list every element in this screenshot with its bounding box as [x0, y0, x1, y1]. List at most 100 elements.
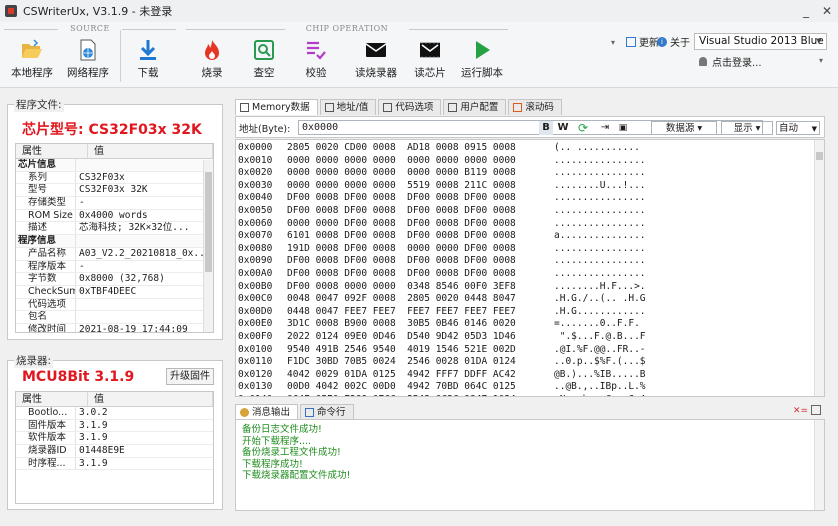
burner-property-key: Bootlo... — [16, 407, 76, 419]
hex-values: DF00 0008 0000 0000 0348 8546 00F0 3EF8 — [287, 280, 516, 292]
tab-0[interactable]: Memory数据 — [235, 99, 318, 115]
close-button[interactable]: ✕ — [818, 3, 836, 19]
message-log: 备份日志文件成功! 开始下载程序.... 备份烧录工程文件成功! 下载程序成功! 下载烧… — [235, 419, 825, 511]
hex-values: 3D1C 0008 B900 0008 30B5 0B46 0146 0020 — [287, 318, 516, 330]
memory-hex-view[interactable]: 0x0000 2805 0020 CD00 0008 AD18 0008 0915… — [235, 139, 825, 397]
tab-1[interactable]: 地址/值 — [319, 99, 377, 115]
tab-4[interactable]: 滚动码 — [508, 99, 562, 115]
address-toolbar: 地址(Byte): 0x0000 B W ⟳ ⇥ ▣ 数据源 ▾ 显示 ▾ 自动… — [235, 116, 825, 138]
run-script-button[interactable]: 运行脚本 — [458, 36, 506, 84]
property-key: 代码选项 — [16, 298, 76, 311]
hex-scrollbar[interactable] — [814, 140, 824, 396]
property-row[interactable]: 代码选项 — [16, 298, 213, 312]
upgrade-firmware-button[interactable]: 升级固件 — [166, 368, 214, 385]
burner-property-row[interactable]: 固件版本 3.1.9 — [16, 419, 213, 433]
hex-values: DF00 0008 DF00 0008 DF00 0008 DF00 0008 — [287, 205, 516, 216]
word-view-button[interactable]: W — [556, 121, 570, 135]
burner-properties-grid: 属性 值 Bootlo... 3.0.2 固件版本 3.1.9 软件版本 3.1.9 烧录器… — [15, 391, 214, 504]
burn-label: 烧录 — [201, 67, 223, 79]
verify-label: 校验 — [305, 67, 327, 79]
display-label: 显示 — [733, 123, 753, 134]
verify-button[interactable]: 校验 — [294, 36, 338, 84]
property-row[interactable]: 修改时间 2021-08-19 17:44:09 — [16, 323, 213, 332]
hex-ascii: ................ — [554, 242, 646, 254]
property-key: CheckSum — [16, 285, 76, 298]
burner-property-row[interactable]: 烧录器ID 01448E9E — [16, 445, 213, 458]
tab-3[interactable]: 用户配置 — [443, 99, 507, 115]
property-row[interactable]: 产品名称 A03_V2.2_20210818_0x... — [16, 247, 213, 261]
hex-address: 0x0050 — [238, 205, 273, 216]
program-grid-scrollbar[interactable] — [203, 160, 213, 332]
property-key: ROM Size — [16, 209, 76, 222]
property-value — [76, 159, 213, 171]
clear-log-icon[interactable]: ✕= — [793, 406, 808, 416]
maximize-log-icon[interactable] — [811, 405, 821, 415]
burner-property-row[interactable]: 软件版本 3.1.9 — [16, 432, 213, 446]
property-row[interactable]: ROM Size 0x4000 words — [16, 209, 213, 223]
log-line: 下载烧录器配置文件成功! — [242, 470, 351, 481]
hex-values: 0000 0000 0000 0000 0000 0000 0000 0000 — [287, 154, 516, 166]
quick-access-dropdown[interactable]: ▾ — [611, 38, 615, 47]
tab-label: 地址/值 — [336, 102, 369, 113]
tab-2[interactable]: 代码选项 — [378, 99, 442, 115]
goto-icon[interactable]: ⇥ — [598, 121, 612, 135]
property-row[interactable]: 描述 芯海科技; 32K×32位... — [16, 222, 213, 236]
byte-view-button[interactable]: B — [539, 121, 553, 135]
burner-grid-header: 属性 值 — [16, 392, 213, 407]
property-row[interactable]: 系列 CS32F03x — [16, 171, 213, 185]
burner-property-value: 3.1.9 — [79, 432, 108, 444]
download-button[interactable]: 下载 — [128, 36, 168, 84]
hex-address: 0x00C0 — [238, 293, 273, 305]
hex-ascii: ........U...!... — [554, 179, 646, 191]
property-row[interactable]: CheckSum 0xTBF4DEEC — [16, 285, 213, 299]
property-row[interactable]: 包名 — [16, 311, 213, 324]
hex-ascii: a............... — [554, 230, 646, 242]
hex-ascii: @B.)...%IB.....B — [554, 368, 646, 380]
burn-button[interactable]: 烧录 — [190, 36, 234, 84]
ribbon-collapse-icon[interactable]: ▾ — [819, 56, 823, 65]
property-category[interactable]: 程序信息 — [16, 235, 213, 248]
about-label: 关于 — [670, 38, 690, 49]
login-button[interactable]: 点击登录... — [699, 54, 762, 69]
burner-property-row[interactable]: 时序程... 3.1.9 — [16, 457, 213, 471]
theme-select[interactable]: Visual Studio 2013 Blue ▼ — [694, 33, 827, 50]
hex-values: 2022 0124 09E0 0D46 D540 9D42 05D3 1D46 — [287, 331, 516, 342]
burner-property-row[interactable]: Bootlo... 3.0.2 — [16, 407, 213, 420]
tab-message-output[interactable]: 消息输出 — [235, 404, 299, 420]
property-row[interactable]: 字节数 0x8000 (32,768) — [16, 273, 213, 286]
display-dropdown[interactable]: 显示 ▾ — [721, 121, 773, 135]
refresh-icon[interactable]: ⟳ — [576, 121, 590, 135]
network-program-button[interactable]: 网络程序 — [64, 36, 112, 84]
hex-scroll-thumb[interactable] — [816, 152, 823, 160]
burner-property-value: 3.1.9 — [79, 457, 108, 469]
hex-values: 0048 0047 092F 0008 2805 0020 0448 8047 — [287, 293, 516, 305]
tab-label: Memory数据 — [252, 102, 310, 113]
data-source-dropdown[interactable]: 数据源 ▾ — [651, 121, 717, 135]
program-file-label: 程序文件: — [14, 97, 64, 112]
log-line: 下载程序成功! — [242, 458, 303, 470]
hex-values: 2805 0020 CD00 0008 AD18 0008 0915 0008 — [287, 142, 516, 153]
tab-command-line[interactable]: 命令行 — [300, 404, 354, 420]
update-icon — [626, 36, 636, 47]
property-row[interactable]: 存储类型 - — [16, 197, 213, 210]
burner-property-value: 3.1.9 — [79, 419, 108, 431]
update-button[interactable]: 更新 — [626, 34, 659, 49]
auto-select[interactable]: 自动 ▼ — [776, 121, 820, 135]
minimize-button[interactable]: _ — [797, 3, 815, 19]
local-program-button[interactable]: 本地程序 — [8, 36, 56, 84]
run-script-label: 运行脚本 — [461, 67, 503, 79]
image-icon[interactable]: ▣ — [616, 121, 630, 135]
log-scrollbar[interactable] — [814, 420, 824, 510]
tab-label: 代码选项 — [395, 102, 434, 113]
envelope-icon — [365, 43, 387, 57]
property-row[interactable]: 程序版本 - — [16, 260, 213, 274]
property-row[interactable]: 型号 CS32F03x 32K — [16, 184, 213, 198]
property-category[interactable]: 芯片信息 — [16, 159, 213, 172]
property-key: 存储类型 — [16, 197, 76, 209]
read-chip-button[interactable]: 读芯片 — [408, 36, 452, 84]
about-button[interactable]: i 关于 — [657, 34, 690, 49]
tab-command-label: 命令行 — [317, 407, 346, 418]
scroll-thumb[interactable] — [205, 172, 212, 272]
read-burner-button[interactable]: 读烧录器 — [350, 36, 402, 84]
check-blank-button[interactable]: 查空 — [242, 36, 286, 84]
